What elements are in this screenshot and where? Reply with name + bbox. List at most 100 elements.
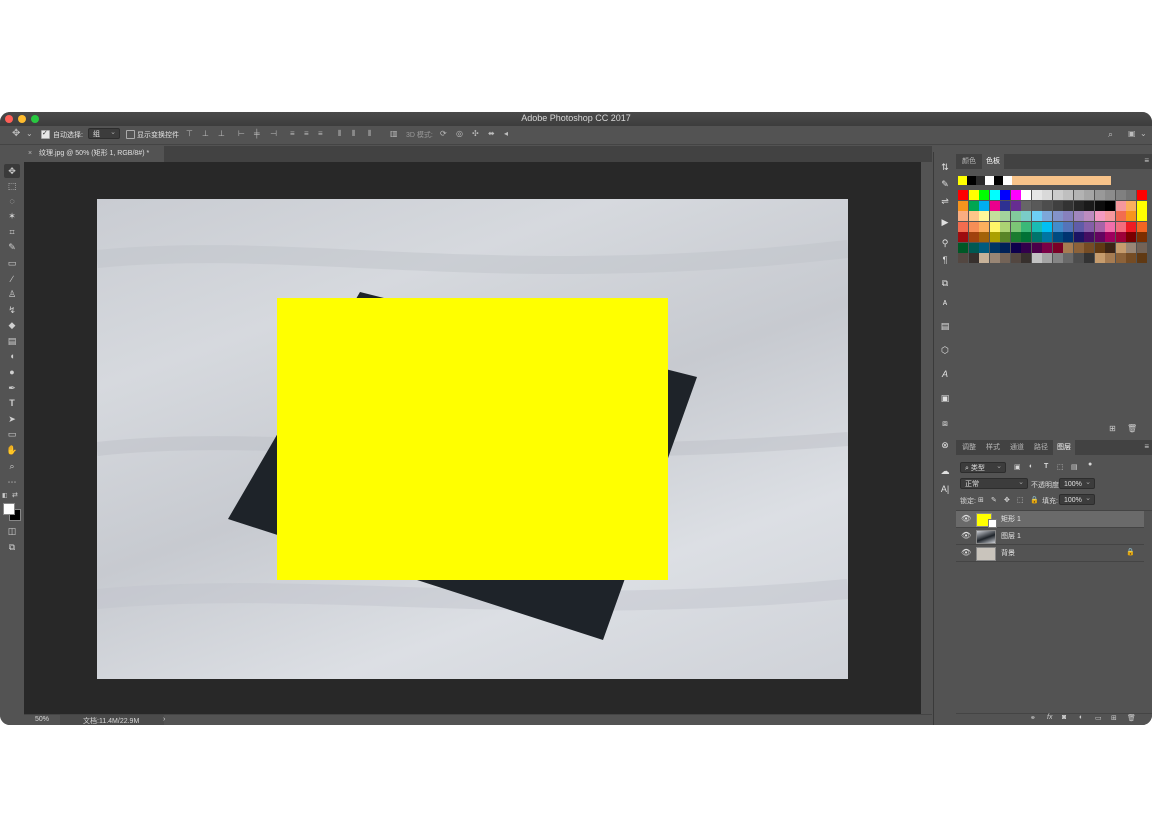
zoom-level[interactable]: 50% <box>35 716 49 723</box>
canvas-area[interactable] <box>24 162 921 714</box>
3d-panel-icon[interactable]: ⬡ <box>937 343 953 357</box>
scale-3d-icon[interactable]: ◂ <box>504 129 508 138</box>
align-bottom-icon[interactable]: ⊥ <box>218 129 225 138</box>
swatch[interactable] <box>1021 211 1031 221</box>
swatch[interactable] <box>1066 176 1075 185</box>
adjustment-layer-icon[interactable]: ◐ <box>1079 714 1083 721</box>
swatch[interactable] <box>1031 242 1042 253</box>
swatch[interactable] <box>1126 190 1136 200</box>
swatch[interactable] <box>1063 200 1073 211</box>
swatch[interactable] <box>1084 242 1094 253</box>
swatch[interactable] <box>1063 253 1073 263</box>
swatch[interactable] <box>1115 200 1126 211</box>
swatch[interactable] <box>1073 232 1084 242</box>
hand-tool-icon[interactable]: ✋ <box>4 443 20 457</box>
swatch[interactable] <box>1094 200 1105 211</box>
swatch[interactable] <box>1115 242 1126 253</box>
lock-artboard-icon[interactable]: ⬚ <box>1017 496 1024 504</box>
swatch[interactable] <box>1063 190 1073 200</box>
swatch[interactable] <box>1052 253 1063 263</box>
swatch[interactable] <box>1126 221 1136 232</box>
swatch[interactable] <box>1094 242 1105 253</box>
actions-panel-icon[interactable]: ▶ <box>937 215 953 229</box>
new-swatch-icon[interactable]: ⊞ <box>1109 424 1116 433</box>
swatch[interactable] <box>1073 190 1084 200</box>
new-group-icon[interactable]: ▭ <box>1095 714 1102 722</box>
swatch[interactable] <box>1136 221 1147 232</box>
tab-adjustments[interactable]: 调整 <box>958 440 980 455</box>
swatch[interactable] <box>979 221 989 232</box>
swatch[interactable] <box>968 221 979 232</box>
swatch[interactable] <box>1052 232 1063 242</box>
swatch[interactable] <box>1126 242 1136 253</box>
brush-panel-icon[interactable]: ⚲ <box>937 236 953 250</box>
swatch[interactable] <box>989 200 1000 211</box>
swatch[interactable] <box>1126 232 1136 242</box>
close-tab-icon[interactable]: × <box>28 146 32 162</box>
swatch[interactable] <box>1010 253 1021 263</box>
lasso-tool-icon[interactable]: ◌ <box>4 194 20 208</box>
swatch[interactable] <box>968 190 979 200</box>
new-layer-icon[interactable]: ⊞ <box>1111 714 1117 722</box>
swatch[interactable] <box>1031 190 1042 200</box>
swatch[interactable] <box>958 242 968 253</box>
swatch[interactable] <box>1039 176 1048 185</box>
swatch[interactable] <box>1073 200 1084 211</box>
filter-shape-icon[interactable]: ⬚ <box>1057 463 1064 471</box>
delete-layer-icon[interactable]: 🗑 <box>1127 714 1136 722</box>
eyedropper-tool-icon[interactable]: ✎ <box>4 240 20 254</box>
swatch[interactable] <box>1000 232 1010 242</box>
default-colors-icon[interactable]: ◧ <box>2 492 8 499</box>
more-tools-icon[interactable]: ⋯ <box>4 475 20 489</box>
swatch[interactable] <box>1042 221 1052 232</box>
foreground-color-swatch[interactable] <box>3 503 15 515</box>
show-transform-checkbox[interactable] <box>126 130 135 139</box>
swatch[interactable] <box>1136 242 1147 253</box>
document-canvas[interactable] <box>97 199 848 679</box>
tab-swatches[interactable]: 色板 <box>982 154 1004 169</box>
swatch[interactable] <box>1052 242 1063 253</box>
character-styles-icon[interactable]: ᴀ <box>937 295 953 309</box>
swatch[interactable] <box>1094 221 1105 232</box>
swatch[interactable] <box>1105 190 1115 200</box>
panel-menu-icon[interactable]: ≡ <box>1144 442 1149 451</box>
swatch[interactable] <box>1021 242 1031 253</box>
swatch[interactable] <box>1012 176 1021 185</box>
swatch[interactable] <box>1136 232 1147 242</box>
swatch[interactable] <box>1115 221 1126 232</box>
swatch[interactable] <box>967 176 976 185</box>
libraries-panel-icon[interactable]: ⧈ <box>937 416 953 430</box>
auto-align-icon[interactable]: ▥ <box>390 129 398 138</box>
opacity-field[interactable]: 100% <box>1059 477 1095 489</box>
cc-libraries-icon[interactable]: ⊗ <box>937 438 953 452</box>
eye-icon[interactable]: 👁 <box>961 548 971 557</box>
quick-mask-icon[interactable]: ◫ <box>4 524 20 538</box>
swatch[interactable] <box>1010 232 1021 242</box>
swatch[interactable] <box>968 211 979 221</box>
swatch[interactable] <box>1094 253 1105 263</box>
filter-type-icon[interactable]: T <box>1044 463 1048 470</box>
delete-swatch-icon[interactable]: 🗑 <box>1127 424 1137 433</box>
gradient-tool-icon[interactable]: ▤ <box>4 334 20 348</box>
layer-row[interactable]: 👁 矩形 1 <box>956 511 1144 528</box>
distribute-bottom-icon[interactable]: ≡ <box>318 129 323 138</box>
swatch[interactable] <box>1000 190 1010 200</box>
swatch[interactable] <box>979 200 989 211</box>
swatch[interactable] <box>968 242 979 253</box>
tab-paths[interactable]: 路径 <box>1030 440 1052 455</box>
swatch[interactable] <box>968 200 979 211</box>
path-selection-tool-icon[interactable]: ➤ <box>4 412 20 426</box>
eye-icon[interactable]: 👁 <box>961 514 971 523</box>
swatch[interactable] <box>1115 190 1126 200</box>
clone-stamp-tool-icon[interactable]: ♙ <box>4 287 20 301</box>
swatch[interactable] <box>1084 253 1094 263</box>
swatch[interactable] <box>1021 190 1031 200</box>
lock-position-icon[interactable]: ✥ <box>1004 496 1010 504</box>
tab-layers[interactable]: 图层 <box>1053 440 1075 455</box>
swatch[interactable] <box>1021 176 1030 185</box>
roll-3d-icon[interactable]: ◎ <box>456 129 463 138</box>
swatch[interactable] <box>1021 232 1031 242</box>
rotate-3d-icon[interactable]: ⟳ <box>440 129 447 138</box>
swatch[interactable] <box>1084 211 1094 221</box>
swatch[interactable] <box>1073 221 1084 232</box>
